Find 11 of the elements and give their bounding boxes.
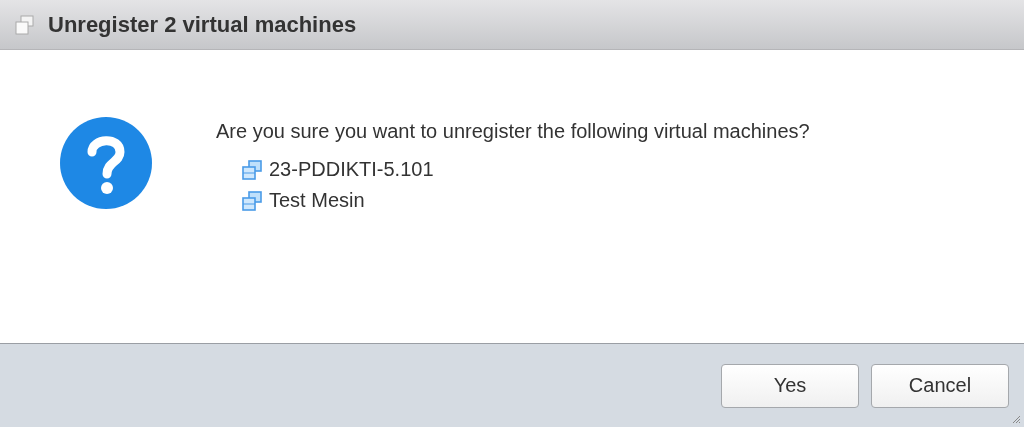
window-title: Unregister 2 virtual machines <box>48 11 357 38</box>
yes-button[interactable]: Yes <box>721 363 859 408</box>
virtual-machine-icon <box>241 158 263 181</box>
cancel-button[interactable]: Cancel <box>871 363 1009 408</box>
virtual-machine-icon <box>241 189 263 212</box>
virtual-machines-icon <box>14 13 36 36</box>
resize-grip-icon[interactable] <box>1012 415 1021 424</box>
virtual-machine-name: Test Mesin <box>269 189 365 212</box>
virtual-machine-name: 23-PDDIKTI-5.101 <box>269 158 434 181</box>
question-icon <box>59 116 153 210</box>
confirmation-message: Are you sure you want to unregister the following virtual machines? <box>216 120 810 143</box>
